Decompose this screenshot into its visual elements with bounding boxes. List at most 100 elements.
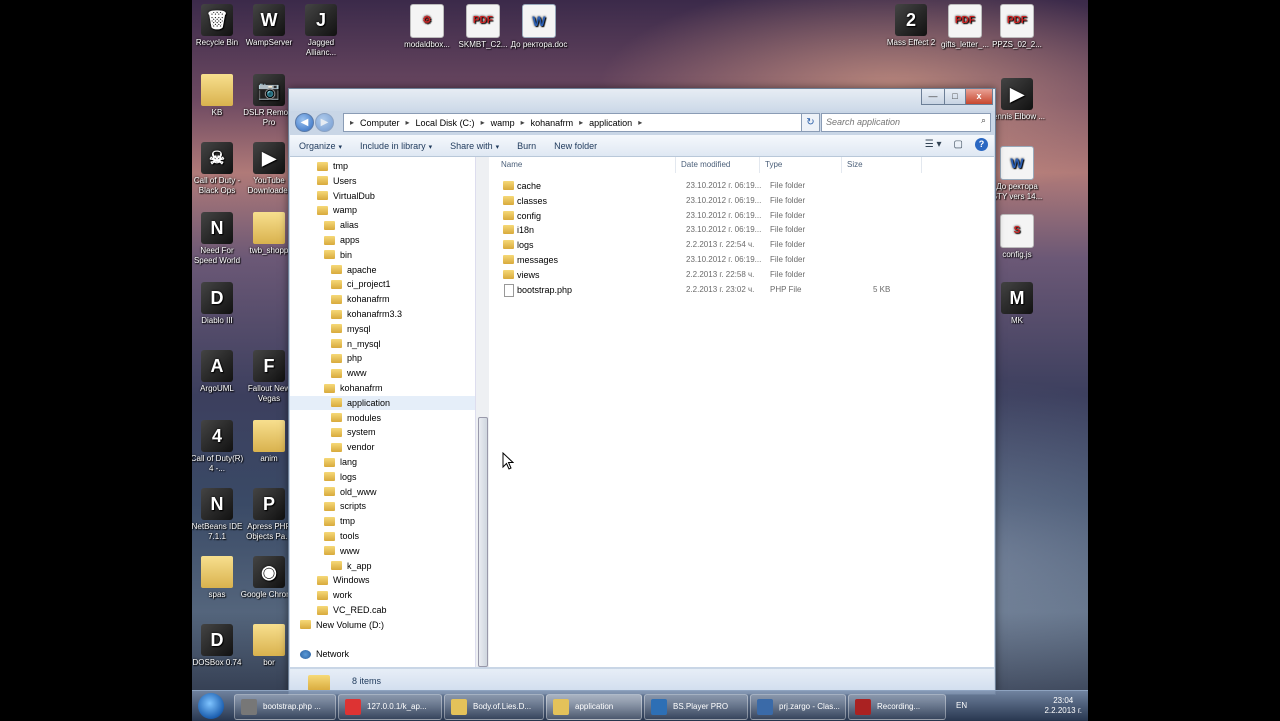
taskbar-button[interactable]: prj.zargo - Clas...	[750, 694, 846, 720]
file-row[interactable]: i18n 23.10.2012 г. 06:19... File folder	[501, 223, 981, 237]
taskbar-button[interactable]: Body.of.Lies.D...	[444, 694, 544, 720]
tree-item[interactable]: logs	[324, 470, 357, 484]
title-bar[interactable]: — □ x	[289, 89, 995, 111]
desktop-icon[interactable]: spas	[192, 556, 246, 600]
tree-item[interactable]: VC_RED.cab	[317, 603, 387, 617]
desktop-icon[interactable]: 4 Call of Duty(R) 4 -...	[192, 420, 246, 474]
tree-item[interactable]: vendor	[331, 440, 375, 454]
breadcrumb-item[interactable]: kohanafrm	[531, 118, 574, 128]
column-header[interactable]: Name	[496, 157, 676, 173]
tree-item[interactable]: tmp	[324, 514, 355, 528]
taskbar-button[interactable]: bootstrap.php ...	[234, 694, 336, 720]
tree-item[interactable]: www	[324, 544, 360, 558]
desktop-icon[interactable]: ▶ Tennis Elbow ...	[988, 78, 1046, 122]
search-input[interactable]	[822, 114, 970, 129]
breadcrumb-item[interactable]: Local Disk (C:)	[416, 118, 475, 128]
desktop-icon[interactable]: ☠ Call of Duty - Black Ops	[192, 142, 246, 196]
search-icon[interactable]: ⌕	[981, 115, 986, 126]
taskbar-button[interactable]: Recording...	[848, 694, 946, 720]
tree-item[interactable]: work	[317, 588, 352, 602]
desktop-icon[interactable]: J Jagged Allianc...	[292, 4, 350, 58]
tree-item[interactable]: kohanafrm	[324, 381, 383, 395]
desktop-icon[interactable]: N NetBeans IDE 7.1.1	[192, 488, 246, 542]
close-button[interactable]: x	[965, 89, 993, 105]
tree-item[interactable]: lang	[324, 455, 357, 469]
file-row[interactable]: classes 23.10.2012 г. 06:19... File folder	[501, 194, 981, 208]
desktop-icon[interactable]: M MK	[988, 282, 1046, 326]
navigation-pane-scrollbar[interactable]	[475, 157, 489, 667]
tree-item[interactable]: apps	[324, 233, 360, 247]
organize-button[interactable]: Organize ▾	[290, 141, 351, 151]
back-button[interactable]: ◀	[295, 113, 314, 132]
breadcrumb-separator-icon[interactable]: ▸	[521, 118, 525, 127]
burn-button[interactable]: Burn	[508, 141, 545, 151]
desktop-icon[interactable]: N Need For Speed World	[192, 212, 246, 266]
breadcrumb-separator-icon[interactable]: ▸	[638, 118, 642, 127]
tree-item[interactable]: application	[290, 395, 475, 410]
new-folder-button[interactable]: New folder	[545, 141, 606, 151]
taskbar-button[interactable]: 127.0.0.1/k_ap...	[338, 694, 442, 720]
tree-item[interactable]: Network	[300, 647, 349, 661]
file-row[interactable]: config 23.10.2012 г. 06:19... File folder	[501, 209, 981, 223]
desktop-icon[interactable]: W До ректора.doc	[510, 4, 568, 50]
tree-item[interactable]: php	[331, 351, 362, 365]
desktop-icon[interactable]: PDF SKMBT_C2...	[454, 4, 512, 50]
desktop-icon[interactable]: ⚙ modaldbox...	[398, 4, 456, 50]
forward-button[interactable]: ▶	[315, 113, 334, 132]
breadcrumb-item[interactable]: application	[589, 118, 632, 128]
tree-item[interactable]: system	[331, 425, 376, 439]
tree-item[interactable]: Windows	[317, 573, 370, 587]
tree-item[interactable]: n_mysql	[331, 337, 381, 351]
preview-pane-icon[interactable]: ▢	[954, 139, 963, 150]
tree-item[interactable]: mysql	[331, 322, 371, 336]
help-icon[interactable]: ?	[975, 138, 988, 151]
file-row[interactable]: messages 23.10.2012 г. 06:19... File folde…	[501, 253, 981, 267]
desktop-icon[interactable]: KB	[192, 74, 246, 118]
maximize-button[interactable]: □	[944, 89, 966, 105]
desktop-icon[interactable]: Sconfig.js	[988, 214, 1046, 260]
share-with-button[interactable]: Share with ▾	[441, 141, 508, 151]
breadcrumb-separator-icon[interactable]: ▸	[481, 118, 485, 127]
file-row[interactable]: logs 2.2.2013 г. 22:54 ч. File folder	[501, 238, 981, 252]
tree-item[interactable]: tmp	[317, 159, 348, 173]
breadcrumb-separator-icon[interactable]: ▸	[579, 118, 583, 127]
tree-item[interactable]: Users	[317, 174, 357, 188]
address-bar[interactable]: ▸ Computer ▸ Local Disk (C:) ▸ wamp ▸ kohanafrm…	[343, 113, 803, 132]
desktop-icon[interactable]: 2 Mass Effect 2	[882, 4, 940, 48]
file-row[interactable]: cache 23.10.2012 г. 06:19... File folder	[501, 179, 981, 193]
view-menu-icon[interactable]: ☰ ▾	[925, 139, 942, 150]
tree-item[interactable]: New Volume (D:)	[300, 618, 384, 632]
desktop-icon[interactable]: W WampServer	[240, 4, 298, 48]
file-row[interactable]: bootstrap.php 2.2.2013 г. 23:02 ч. PHP Fil…	[501, 283, 981, 297]
tree-item[interactable]: bin	[324, 248, 352, 262]
desktop-icon[interactable]: D Diablo III	[192, 282, 246, 326]
desktop-icon[interactable]: W До ректора STY vers 14...	[988, 146, 1046, 202]
refresh-button[interactable]: ↻	[801, 113, 820, 132]
include-in-library-button[interactable]: Include in library ▾	[351, 141, 441, 151]
file-row[interactable]: views 2.2.2013 г. 22:58 ч. File folder	[501, 268, 981, 282]
taskbar-button[interactable]: application	[546, 694, 642, 720]
tree-item[interactable]: apache	[331, 263, 377, 277]
desktop-icon[interactable]: A ArgoUML	[192, 350, 246, 394]
tree-item[interactable]: modules	[331, 411, 381, 425]
tree-item[interactable]: scripts	[324, 499, 366, 513]
clock[interactable]: 23:04 2.2.2013 г.	[1044, 696, 1082, 716]
tree-item[interactable]: kohanafrm	[331, 292, 390, 306]
tree-item[interactable]: www	[331, 366, 367, 380]
desktop-icon[interactable]: PDF gifts_letter_...	[936, 4, 994, 50]
tree-item[interactable]: old_www	[324, 485, 377, 499]
tree-item[interactable]: wamp	[317, 203, 357, 217]
breadcrumb-separator-icon[interactable]: ▸	[406, 118, 410, 127]
breadcrumb-item[interactable]: Computer	[360, 118, 400, 128]
minimize-button[interactable]: —	[921, 89, 945, 105]
desktop-icon[interactable]: PDF PPZS_02_2...	[988, 4, 1046, 50]
start-button[interactable]	[198, 693, 224, 719]
taskbar-button[interactable]: BS.Player PRO	[644, 694, 748, 720]
desktop-icon[interactable]: 🗑 Recycle Bin	[192, 4, 246, 48]
tree-item[interactable]: ci_project1	[331, 277, 391, 291]
tree-item[interactable]: alias	[324, 218, 359, 232]
breadcrumb-item[interactable]: wamp	[491, 118, 515, 128]
column-header[interactable]: Size	[842, 157, 922, 173]
tree-item[interactable]: k_app	[331, 559, 372, 573]
desktop-icon[interactable]: D DOSBox 0.74	[192, 624, 246, 668]
